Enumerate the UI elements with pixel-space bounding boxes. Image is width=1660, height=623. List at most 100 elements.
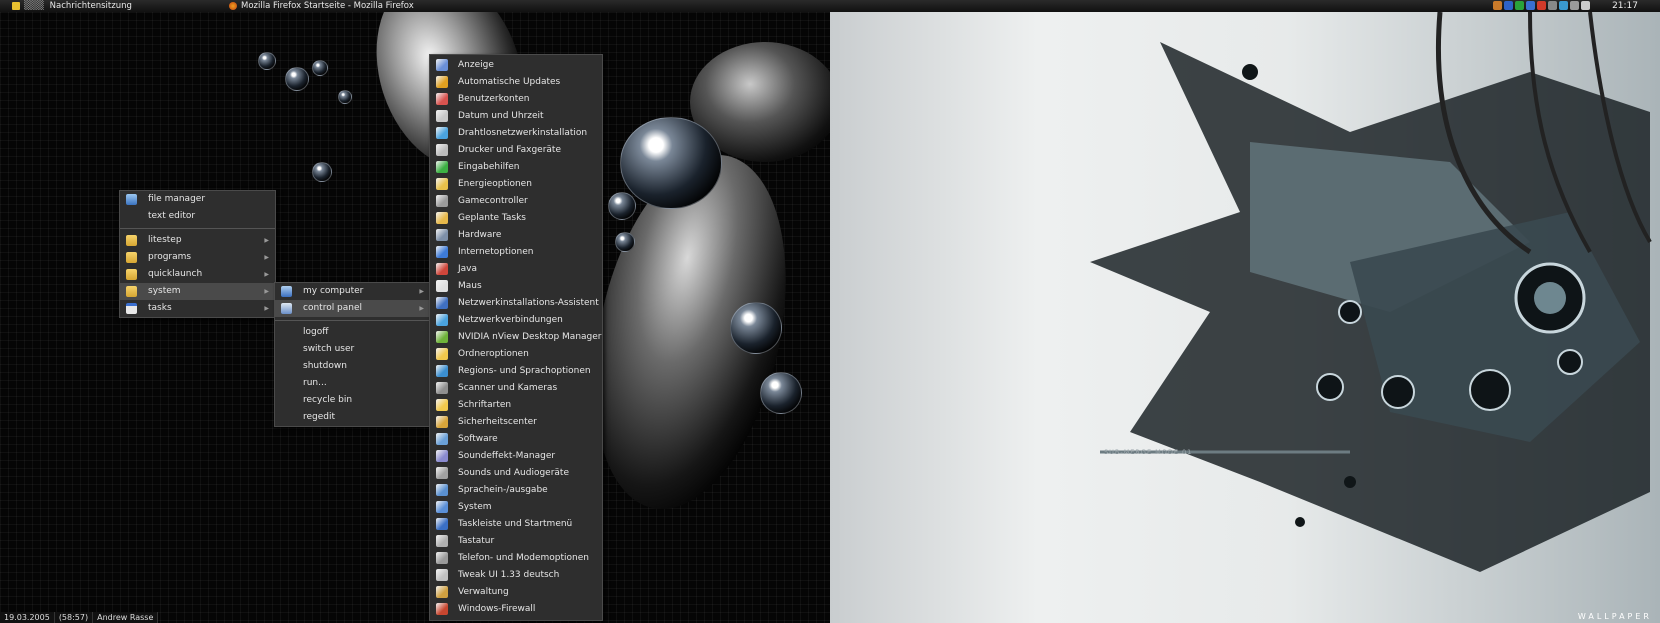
cp-item[interactable]: Netzwerkinstallations-Assistent: [430, 295, 602, 312]
control-panel-applet-icon: [436, 552, 448, 564]
cp-item-label: Sounds und Audiogeräte: [458, 468, 569, 478]
cp-item[interactable]: Schriftarten: [430, 397, 602, 414]
cp-item[interactable]: Gamecontroller: [430, 193, 602, 210]
menu-item-switch-user[interactable]: switch user: [275, 341, 430, 358]
cp-item[interactable]: Telefon- und Modemoptionen: [430, 550, 602, 567]
cp-item-label: Ordneroptionen: [458, 349, 529, 359]
cp-item[interactable]: Sprachein-/ausgabe: [430, 482, 602, 499]
user-label[interactable]: Andrew Rasse: [93, 612, 159, 623]
cp-item[interactable]: Eingabehilfen: [430, 159, 602, 176]
menu-item-system[interactable]: system ▶: [120, 283, 275, 300]
control-panel-applet-icon: [436, 501, 448, 513]
right-desktop-wallpaper: SUB-MERGE MODE 01 WALLPAPER: [830, 12, 1660, 623]
control-panel-applet-icon: [436, 569, 448, 581]
cp-item[interactable]: Automatische Updates: [430, 74, 602, 91]
cp-item-label: Netzwerkinstallations-Assistent: [458, 298, 599, 308]
menu-item-quicklaunch[interactable]: quicklaunch ▶: [120, 266, 275, 283]
cp-item-label: Tweak UI 1.33 deutsch: [458, 570, 560, 580]
control-panel-applet-icon: [436, 348, 448, 360]
submenu-arrow-icon: ▶: [264, 271, 269, 278]
cp-item[interactable]: NVIDIA nView Desktop Manager: [430, 329, 602, 346]
cp-item[interactable]: Geplante Tasks: [430, 210, 602, 227]
cp-item-label: Soundeffekt-Manager: [458, 451, 556, 461]
tray-icon[interactable]: [1581, 1, 1590, 10]
firefox-icon: [229, 2, 237, 10]
cp-item[interactable]: Datum und Uhrzeit: [430, 108, 602, 125]
control-panel-applet-icon: [436, 178, 448, 190]
menu-item-run[interactable]: run...: [275, 375, 430, 392]
menu-item-regedit[interactable]: regedit: [275, 409, 430, 426]
cp-item[interactable]: Anzeige: [430, 57, 602, 74]
tray-icon[interactable]: [1493, 1, 1502, 10]
tray-icon[interactable]: [1515, 1, 1524, 10]
cp-item[interactable]: Regions- und Sprachoptionen: [430, 363, 602, 380]
task-firefox[interactable]: Mozilla Firefox Startseite - Mozilla Fir…: [229, 0, 414, 12]
submenu-arrow-icon: ▶: [264, 254, 269, 261]
cp-item[interactable]: Drucker und Faxgeräte: [430, 142, 602, 159]
control-panel-applet-icon: [436, 212, 448, 224]
control-panel-applet-icon: [436, 76, 448, 88]
tray-icon[interactable]: [1570, 1, 1579, 10]
menu-separator: [275, 320, 430, 321]
cp-item[interactable]: Java: [430, 261, 602, 278]
control-panel-applet-icon: [436, 229, 448, 241]
desktop-menu: file manager text editor litestep ▶ prog…: [119, 190, 276, 318]
cp-item[interactable]: Scanner und Kameras: [430, 380, 602, 397]
tray-icon[interactable]: [1526, 1, 1535, 10]
submenu-arrow-icon: ▶: [419, 288, 424, 295]
bubble: [258, 52, 276, 70]
task-messenger[interactable]: ▒▒▒ Nachrichtensitzung: [12, 0, 132, 12]
tray-icon[interactable]: [1559, 1, 1568, 10]
cp-item[interactable]: Soundeffekt-Manager: [430, 448, 602, 465]
cp-item-label: Maus: [458, 281, 482, 291]
cp-item[interactable]: Maus: [430, 278, 602, 295]
control-panel-applet-icon: [436, 127, 448, 139]
cp-item[interactable]: Hardware: [430, 227, 602, 244]
control-panel-applet-icon: [436, 433, 448, 445]
menu-item-recycle-bin[interactable]: recycle bin: [275, 392, 430, 409]
cp-item[interactable]: Benutzerkonten: [430, 91, 602, 108]
cp-item[interactable]: Windows-Firewall: [430, 601, 602, 618]
menu-item-programs[interactable]: programs ▶: [120, 249, 275, 266]
cp-item[interactable]: System: [430, 499, 602, 516]
menu-item-control-panel[interactable]: control panel ▶: [275, 300, 430, 317]
messenger-icon: [12, 2, 20, 10]
cp-item-label: Drucker und Faxgeräte: [458, 145, 561, 155]
cp-item[interactable]: Taskleiste und Startmenü: [430, 516, 602, 533]
cp-item[interactable]: Sicherheitscenter: [430, 414, 602, 431]
cp-item-label: Internetoptionen: [458, 247, 534, 257]
folder-icon: [126, 269, 137, 280]
menu-item-file-manager[interactable]: file manager: [120, 191, 275, 208]
cp-item[interactable]: Internetoptionen: [430, 244, 602, 261]
cp-item[interactable]: Netzwerkverbindungen: [430, 312, 602, 329]
file-manager-icon: [126, 194, 137, 205]
control-panel-applet-icon: [436, 144, 448, 156]
cp-item[interactable]: Software: [430, 431, 602, 448]
menu-item-label: tasks: [148, 303, 172, 313]
volume-icon[interactable]: [1548, 1, 1557, 10]
cp-item[interactable]: Verwaltung: [430, 584, 602, 601]
menu-item-logoff[interactable]: logoff: [275, 324, 430, 341]
menu-item-text-editor[interactable]: text editor: [120, 208, 275, 225]
cp-item[interactable]: Ordneroptionen: [430, 346, 602, 363]
tray-icon[interactable]: [1504, 1, 1513, 10]
menu-item-litestep[interactable]: litestep ▶: [120, 232, 275, 249]
control-panel-applet-icon: [436, 518, 448, 530]
cp-item[interactable]: Tastatur: [430, 533, 602, 550]
cp-item[interactable]: Drahtlosnetzwerkinstallation: [430, 125, 602, 142]
cp-item-label: Tastatur: [458, 536, 495, 546]
cp-item[interactable]: Energieoptionen: [430, 176, 602, 193]
menu-item-shutdown[interactable]: shutdown: [275, 358, 430, 375]
cp-item-label: Anzeige: [458, 60, 494, 70]
cp-item[interactable]: Sounds und Audiogeräte: [430, 465, 602, 482]
bottom-statusbar: 19.03.2005 (58:57) Andrew Rasse: [0, 612, 159, 623]
control-panel-applet-icon: [436, 59, 448, 71]
wallpaper-label: SUB-MERGE MODE 01: [1104, 448, 1193, 456]
cp-item-label: Geplante Tasks: [458, 213, 526, 223]
cp-item[interactable]: Tweak UI 1.33 deutsch: [430, 567, 602, 584]
cp-item-label: Taskleiste und Startmenü: [458, 519, 573, 529]
menu-item-tasks[interactable]: tasks ▶: [120, 300, 275, 317]
tray-icon[interactable]: [1537, 1, 1546, 10]
task-label: Nachrichtensitzung: [49, 1, 132, 11]
menu-item-my-computer[interactable]: my computer ▶: [275, 283, 430, 300]
